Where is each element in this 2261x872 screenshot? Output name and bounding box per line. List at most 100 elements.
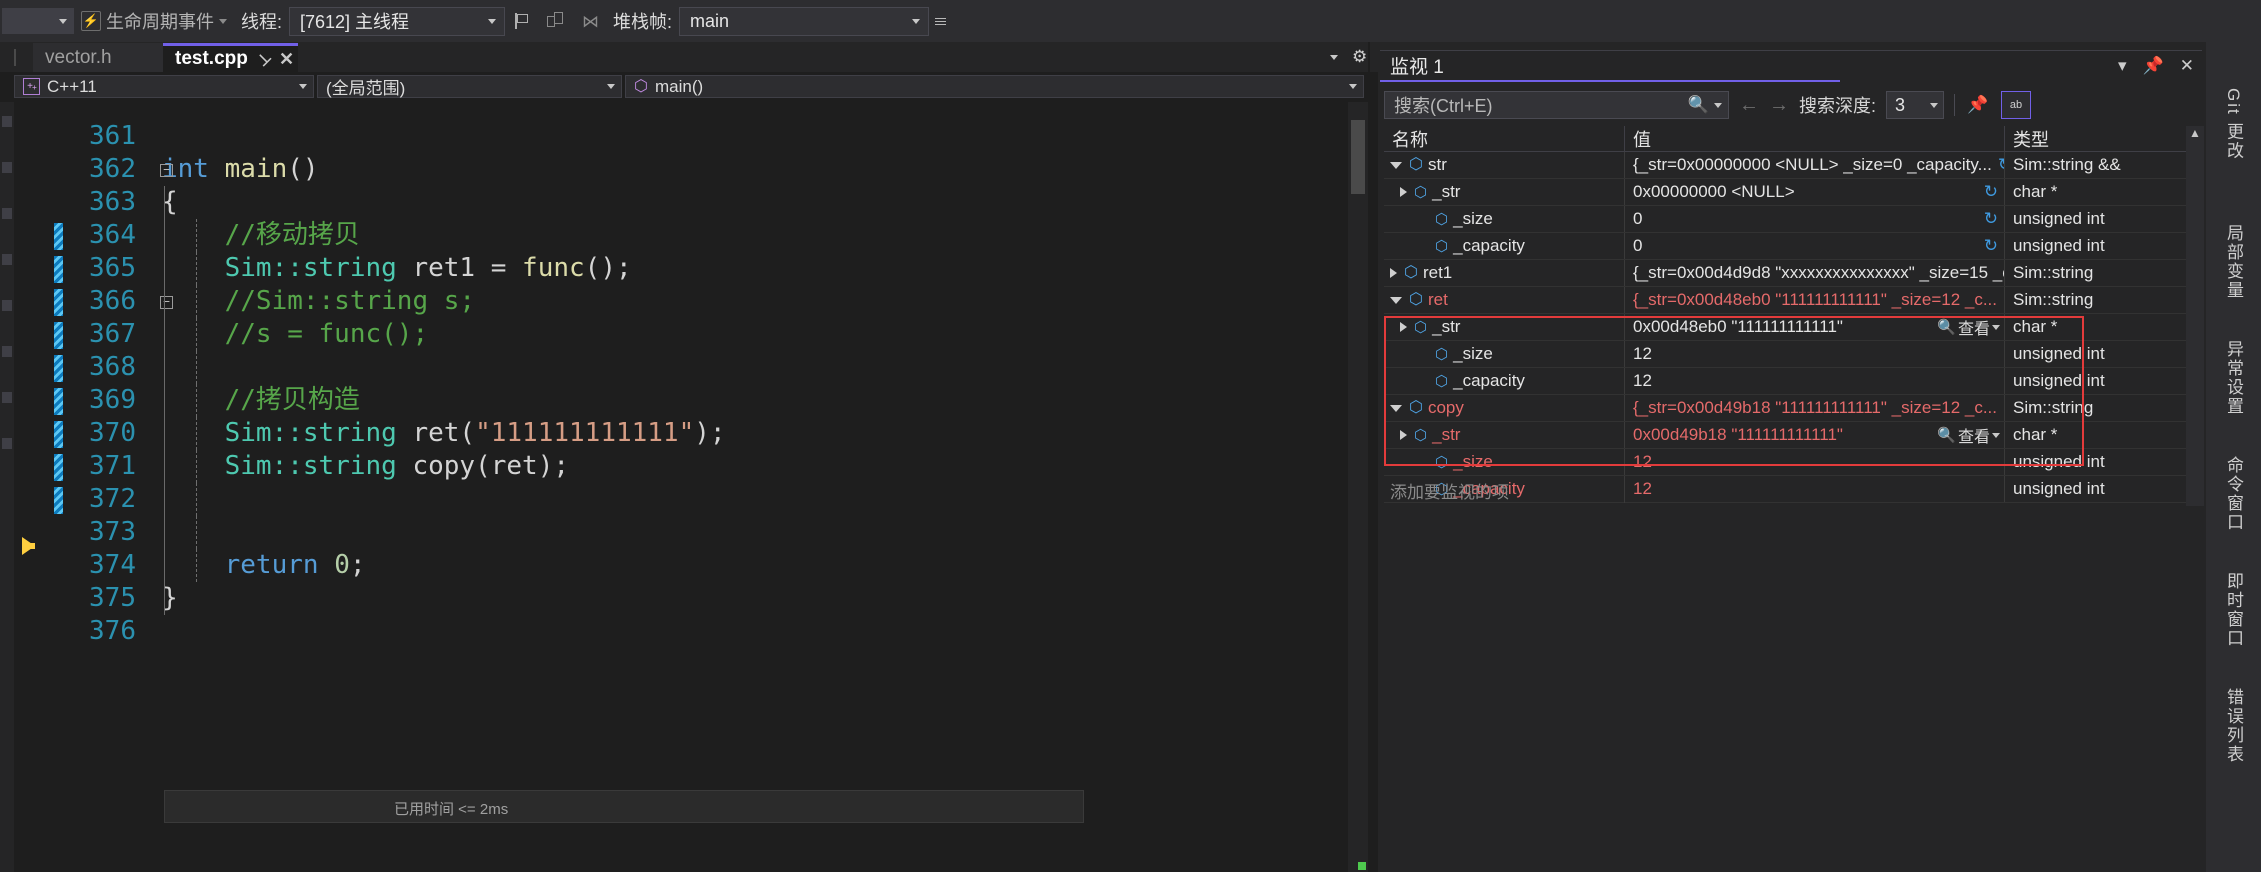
search-next-button[interactable]: → <box>1769 94 1789 117</box>
current-statement-arrow-icon <box>22 537 35 555</box>
watch-row[interactable]: ⬡_size12unsigned int <box>1384 341 2200 368</box>
watch-row-value[interactable]: 0x00d49b18 "111111111111"🔍查看 <box>1624 422 2004 448</box>
watch-vertical-scrollbar[interactable]: ▲ <box>2186 126 2204 506</box>
stack-frame-select[interactable]: main <box>679 7 929 36</box>
code-token: return <box>225 550 319 580</box>
watch-row-type: unsigned int <box>2004 233 2200 259</box>
watch-row[interactable]: ⬡ret1{_str=0x00d4d9d8 "xxxxxxxxxxxxxxx" … <box>1384 260 2200 287</box>
watch-row[interactable]: ⬡_capacity0↻unsigned int <box>1384 233 2200 260</box>
refresh-icon[interactable]: ↻ <box>1984 182 1998 202</box>
editor-vertical-scrollbar[interactable] <box>1348 102 1368 872</box>
watch-row[interactable]: ⬡_str0x00d49b18 "111111111111"🔍查看char * <box>1384 422 2200 449</box>
field-icon: ⬡ <box>1414 185 1427 200</box>
hex-display-icon[interactable]: ab <box>2001 91 2031 119</box>
code-token <box>162 253 225 283</box>
search-input[interactable]: 搜索(Ctrl+E) 🔍 <box>1384 91 1729 119</box>
scroll-up-icon[interactable]: ▲ <box>2186 126 2204 140</box>
scrollbar-thumb[interactable] <box>1351 120 1365 194</box>
watch-value-text: {_str=0x00d4d9d8 "xxxxxxxxxxxxxxx" _size… <box>1633 263 2004 283</box>
refresh-icon[interactable]: ↻ <box>1984 236 1998 256</box>
watch-row[interactable]: ⬡_str0x00000000 <NULL>↻char * <box>1384 179 2200 206</box>
watch-row-value[interactable]: 0x00d48eb0 "111111111111"🔍查看 <box>1624 314 2004 340</box>
chevron-down-icon[interactable]: ▾ <box>2118 56 2127 76</box>
watch-row[interactable]: ⬡copy{_str=0x00d49b18 "111111111111" _si… <box>1384 395 2200 422</box>
watch-row-name: ⬡_size <box>1384 341 1624 367</box>
pin-watch-icon[interactable]: 📌 <box>1965 92 1991 118</box>
flag-stack-button[interactable] <box>539 6 575 36</box>
thread-label: 线程: <box>241 8 282 34</box>
watch-row[interactable]: ⬡ret{_str=0x00d48eb0 "111111111111" _siz… <box>1384 287 2200 314</box>
expander-collapse-icon[interactable] <box>1390 162 1402 169</box>
code-token <box>209 154 225 184</box>
view-value-button[interactable]: 🔍查看 <box>1937 423 2000 447</box>
watch-row[interactable]: ⬡_str0x00d48eb0 "111111111111"🔍查看char * <box>1384 314 2200 341</box>
code-token: Sim::string <box>225 253 397 283</box>
tabstrip-left-edge <box>14 49 16 66</box>
watch-row-value[interactable]: 0↻ <box>1624 206 2004 232</box>
expander-collapse-icon[interactable] <box>1390 297 1402 304</box>
watch-row[interactable]: ⬡_size0↻unsigned int <box>1384 206 2200 233</box>
expander-collapse-icon[interactable] <box>1390 405 1402 412</box>
watch-row[interactable]: ⬡_capacity12unsigned int <box>1384 368 2200 395</box>
close-icon[interactable]: ✕ <box>279 49 294 70</box>
code-editor[interactable]: 已用时间 <= 2ms 361362int main()−363{364 //移… <box>14 120 1364 872</box>
flag-button[interactable] <box>505 6 539 36</box>
watch-row-value[interactable]: 0↻ <box>1624 233 2004 259</box>
editor-pane: vector.h test.cpp ⊣ ✕ ⚙ ++ C++11 (全局范围) <box>0 42 1378 872</box>
breakpoint-gutter[interactable] <box>14 120 50 872</box>
refresh-icon[interactable]: ↻ <box>1998 155 2004 175</box>
tab-list-chevron-down-icon[interactable] <box>1330 55 1338 60</box>
fold-toggle-icon[interactable]: − <box>160 164 173 177</box>
code-line: 376 <box>50 615 1364 648</box>
watch-row-value[interactable]: {_str=0x00d49b18 "111111111111" _size=12… <box>1624 395 2004 421</box>
close-icon[interactable]: ✕ <box>2180 56 2194 76</box>
code-token: ret( <box>397 418 475 448</box>
code-token: ; <box>350 550 366 580</box>
toolbar-blank-combo[interactable] <box>2 8 74 34</box>
editor-tab-vector-h[interactable]: vector.h <box>33 43 163 72</box>
watch-row-value[interactable]: 0x00000000 <NULL>↻ <box>1624 179 2004 205</box>
watch-row-value[interactable]: {_str=0x00d48eb0 "111111111111" _size=12… <box>1624 287 2004 313</box>
nav-member-select[interactable]: ⬡ main() <box>625 75 1364 98</box>
expander-expand-icon[interactable] <box>1400 322 1407 332</box>
sidebar-tab-局部变量[interactable]: 局部变量 <box>2206 208 2261 316</box>
expander-expand-icon[interactable] <box>1400 430 1407 440</box>
expander-expand-icon[interactable] <box>1400 187 1407 197</box>
sidebar-tab-即时窗口[interactable]: 即时窗口 <box>2206 556 2261 664</box>
lifecycle-events-button[interactable]: ⚡ 生命周期事件 <box>74 6 234 36</box>
pin-icon[interactable]: ⊣ <box>252 48 274 70</box>
search-prev-button[interactable]: ← <box>1739 94 1759 117</box>
nav-language-select[interactable]: ++ C++11 <box>14 75 314 98</box>
editor-watch-splitter[interactable] <box>1368 42 1370 872</box>
watch-row[interactable]: ⬡str{_str=0x00000000 <NULL> _size=0 _cap… <box>1384 152 2200 179</box>
refresh-icon[interactable]: ↻ <box>1984 209 1998 229</box>
nav-scope-select[interactable]: (全局范围) <box>317 75 622 98</box>
sidebar-tab-命令窗口[interactable]: 命令窗口 <box>2206 440 2261 548</box>
flag-icon <box>512 11 532 31</box>
watch-row-type: Sim::string <box>2004 395 2200 421</box>
code-token: func <box>522 253 585 283</box>
pin-icon[interactable]: 📌 <box>2143 56 2164 76</box>
thread-select[interactable]: [7612] 主线程 <box>289 7 505 36</box>
toolbar-overflow-icon[interactable] <box>935 18 946 25</box>
view-value-button[interactable]: 🔍查看 <box>1937 315 2000 339</box>
watch-row-value[interactable]: {_str=0x00d4d9d8 "xxxxxxxxxxxxxxx" _size… <box>1624 260 2004 286</box>
sidebar-tab-Git 更改[interactable]: Git 更改 <box>2206 48 2261 200</box>
watch-row[interactable]: ⬡_size12unsigned int <box>1384 449 2200 476</box>
watch-row-value[interactable]: {_str=0x00000000 <NULL> _size=0 _capacit… <box>1624 152 2004 178</box>
watch-row-value[interactable]: 12 <box>1624 368 2004 394</box>
expander-expand-icon[interactable] <box>1390 268 1397 278</box>
watch-value-text: {_str=0x00d48eb0 "111111111111" _size=12… <box>1633 290 1997 310</box>
watch-add-row[interactable]: 添加要监视的项 <box>1384 477 2200 503</box>
watch-row-value[interactable]: 12 <box>1624 449 2004 475</box>
fold-toggle-icon[interactable]: − <box>160 296 173 309</box>
editor-tab-test-cpp[interactable]: test.cpp ⊣ ✕ <box>163 43 298 72</box>
elapsed-time-label: 已用时间 <= 2ms <box>394 798 508 819</box>
sidebar-tab-异常设置[interactable]: 异常设置 <box>2206 324 2261 432</box>
bowtie-button[interactable]: ⋈ <box>575 6 606 36</box>
watch-row-name: ⬡_size <box>1384 449 1624 475</box>
watch-row-value[interactable]: 12 <box>1624 341 2004 367</box>
search-depth-select[interactable]: 3 <box>1886 91 1944 119</box>
line-number: 362 <box>50 153 150 186</box>
sidebar-tab-错误列表[interactable]: 错误列表 <box>2206 672 2261 780</box>
